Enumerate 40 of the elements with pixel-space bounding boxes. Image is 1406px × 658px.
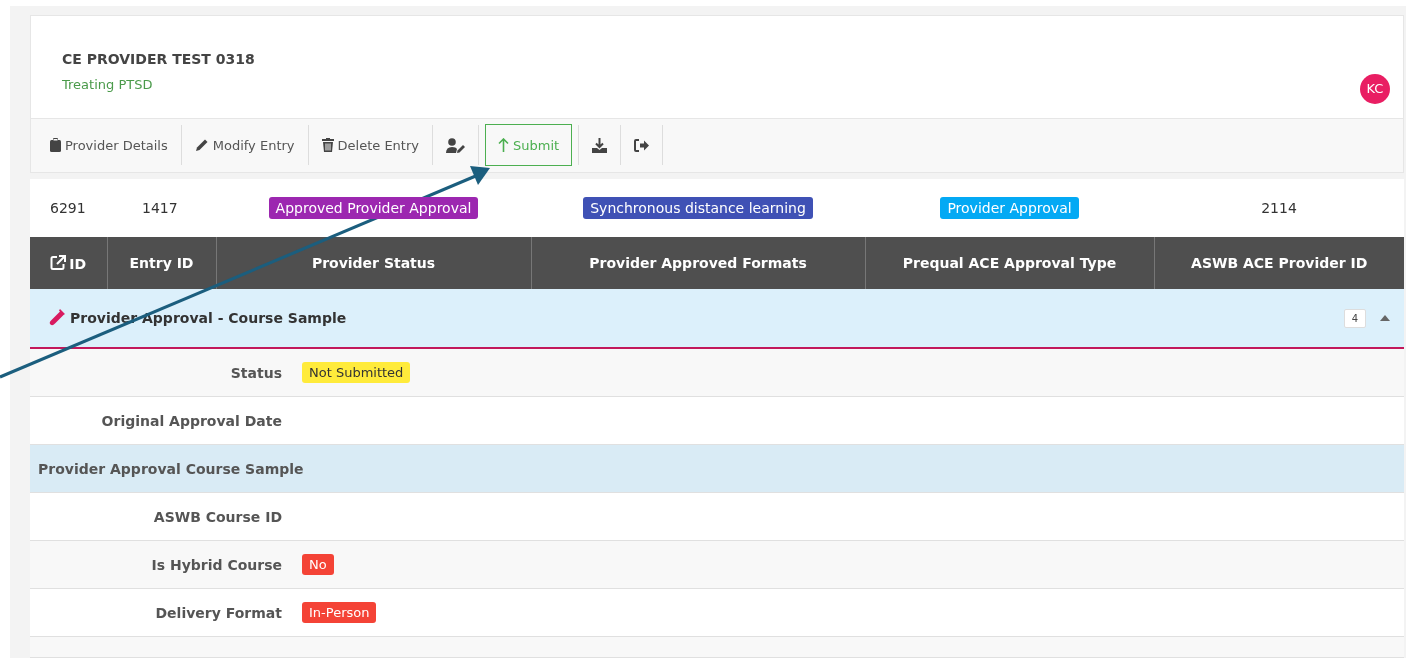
value-badge: No bbox=[302, 554, 334, 575]
field-label: Is Hybrid Course bbox=[150, 556, 282, 573]
value-badge: In-Person bbox=[302, 602, 377, 623]
column-header[interactable]: Entry ID bbox=[107, 237, 216, 289]
status-badge: Provider Approval bbox=[940, 197, 1079, 219]
collapse-caret-icon[interactable] bbox=[1380, 315, 1390, 321]
field-label: Status bbox=[229, 364, 282, 381]
field-label: ASWB Course ID bbox=[152, 508, 282, 525]
column-header[interactable]: ID bbox=[30, 237, 107, 289]
record-title: CE PROVIDER TEST 0318 bbox=[62, 50, 256, 67]
field-label: Original Approval Date bbox=[100, 412, 282, 429]
up-arrow-icon bbox=[497, 138, 509, 153]
toolbar-button[interactable]: Modify Entry bbox=[187, 124, 302, 167]
column-header[interactable]: Provider Approved Formats bbox=[531, 237, 865, 289]
table-cell: 2114 bbox=[1261, 200, 1297, 216]
count-badge: 4 bbox=[1343, 308, 1366, 328]
status-badge: Synchronous distance learning bbox=[583, 197, 813, 219]
sign-out-icon bbox=[634, 138, 650, 152]
pencil-icon bbox=[194, 138, 209, 153]
column-header[interactable]: Provider Status bbox=[216, 237, 531, 289]
user-avatar[interactable]: KC bbox=[1360, 73, 1390, 104]
user-edit-icon bbox=[445, 137, 465, 153]
record-subtitle: Treating PTSD bbox=[62, 76, 154, 92]
test-tube-icon bbox=[48, 308, 66, 328]
clipboard-icon bbox=[50, 138, 61, 153]
toolbar-button[interactable]: Provider Details bbox=[43, 124, 175, 167]
table-cell: 1417 bbox=[142, 200, 178, 216]
value-badge: Not Submitted bbox=[302, 362, 411, 383]
toolbar-button[interactable]: Delete Entry bbox=[314, 124, 426, 167]
field-label: Delivery Format bbox=[154, 604, 282, 621]
table-cell: 6291 bbox=[50, 200, 86, 216]
external-link-icon bbox=[50, 254, 67, 271]
section-label: Provider Approval Course Sample bbox=[38, 460, 304, 477]
group-header[interactable]: Provider Approval - Course Sample 4 bbox=[30, 289, 1404, 349]
column-header[interactable]: Prequal ACE Approval Type bbox=[865, 237, 1154, 289]
trash-icon bbox=[321, 138, 334, 153]
group-title: Provider Approval - Course Sample bbox=[70, 310, 347, 326]
status-badge: Approved Provider Approval bbox=[268, 197, 479, 219]
download-icon bbox=[592, 137, 608, 153]
column-header[interactable]: ASWB ACE Provider ID bbox=[1154, 237, 1404, 289]
